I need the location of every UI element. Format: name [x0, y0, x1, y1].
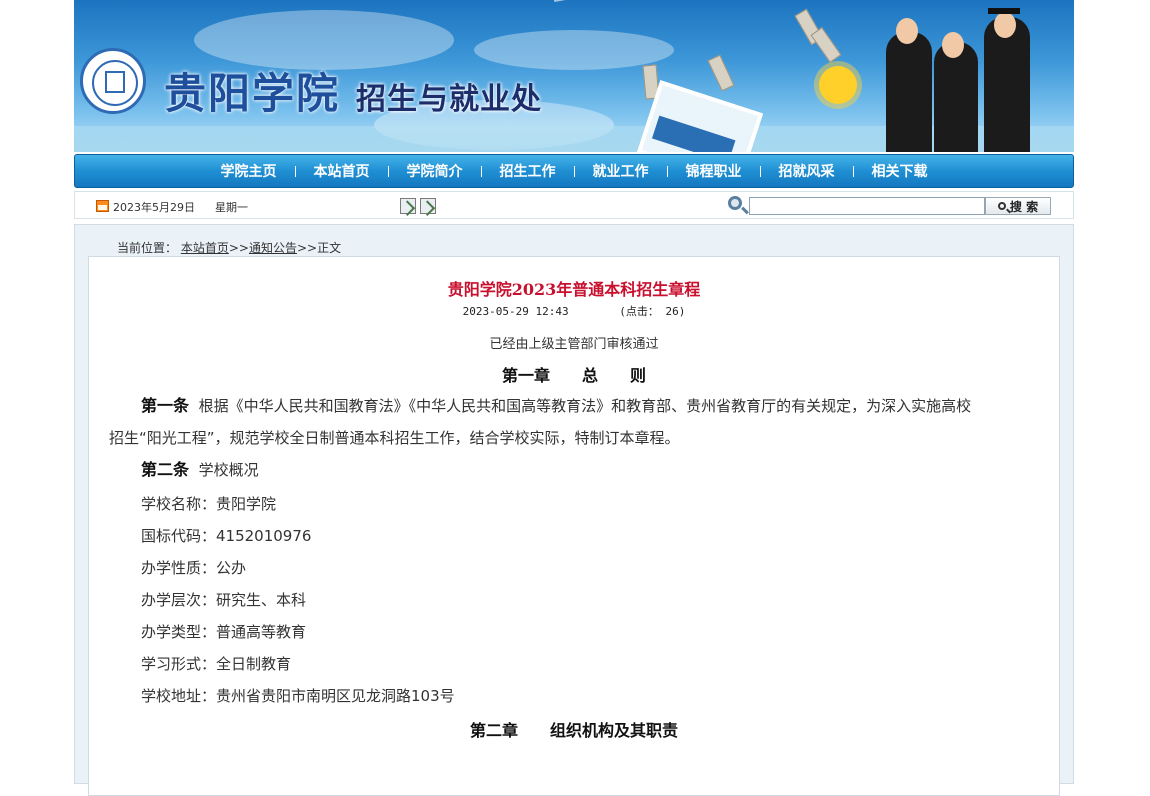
- nav-college-intro[interactable]: 学院简介: [389, 161, 481, 181]
- content-area: 当前位置： 本站首页>>通知公告>>正文 贵阳学院2023年普通本科招生章程 2…: [74, 224, 1074, 796]
- college-seal-logo: [80, 48, 146, 114]
- school-info-line: 办学性质：公办: [141, 559, 247, 577]
- nav-admissions[interactable]: 招生工作: [482, 161, 574, 181]
- breadcrumb-prefix: 当前位置：: [117, 241, 178, 255]
- nav-college-home[interactable]: 学院主页: [203, 161, 295, 181]
- article-clause-text: 学校概况: [198, 461, 259, 479]
- nav-gallery[interactable]: 招就风采: [761, 161, 853, 181]
- chapter-heading: 第二章 组织机构及其职责: [469, 721, 678, 740]
- thumbnail-icon[interactable]: [400, 198, 416, 214]
- nav-site-home[interactable]: 本站首页: [296, 161, 388, 181]
- school-info-line: 学校名称：贵阳学院: [141, 495, 277, 513]
- department-name: 招生与就业处: [356, 82, 542, 117]
- breadcrumb-separator: >>: [296, 241, 318, 255]
- thumbnail-icon[interactable]: [420, 198, 436, 214]
- approval-note: 已经由上级主管部门审核通过: [489, 337, 659, 352]
- breadcrumb-home-link[interactable]: 本站首页: [181, 241, 229, 255]
- article-title: 贵阳学院2023年普通本科招生章程: [447, 280, 701, 299]
- page-wrapper: 贵阳学院 招生与就业处 学院主页 本站首页 学院简介 招生工作 就业工作 锦程职…: [74, 0, 1074, 796]
- article-paragraph: 第一条 根据《中华人民共和国教育法》《中华人民共和国高等教育法》和教育部、贵州省…: [109, 390, 1039, 454]
- main-nav: 学院主页 本站首页 学院简介 招生工作 就业工作 锦程职业 招就风采 相关下载: [74, 154, 1074, 188]
- breadcrumb-separator: >>: [228, 241, 249, 255]
- school-info-line: 办学层次：研究生、本科: [141, 591, 307, 609]
- search-magnifier-icon: [728, 196, 742, 210]
- article-clause-text: 根据《中华人民共和国教育法》《中华人民共和国高等教育法》和教育部、贵州省教育厅的…: [198, 397, 972, 415]
- breadcrumb-current: 正文: [317, 241, 342, 255]
- current-weekday: 星期一: [215, 201, 248, 214]
- school-info-line: 国标代码：4152010976: [141, 527, 312, 545]
- article-datetime: 2023-05-29 12:43: [462, 305, 569, 318]
- article-click-count: (点击： 26): [619, 305, 686, 318]
- current-date: 2023年5月29日: [113, 201, 195, 214]
- site-banner: 贵阳学院 招生与就业处: [74, 0, 1074, 152]
- search-button[interactable]: 搜 索: [985, 197, 1051, 215]
- article-clause-label: 第一条: [141, 396, 190, 415]
- info-bar: 2023年5月29日 星期一 搜 索: [74, 191, 1074, 219]
- school-info-line: 学习形式：全日制教育: [141, 655, 292, 673]
- graduates-image: [876, 0, 1056, 152]
- school-info-line: 学校地址：贵州省贵阳市南明区见龙洞路103号: [141, 687, 455, 705]
- school-info-line: 办学类型：普通高等教育: [141, 623, 307, 641]
- search-input[interactable]: [749, 197, 985, 215]
- chapter-heading: 第一章 总 则: [501, 366, 646, 385]
- search-icon: [997, 202, 1006, 210]
- article-paragraph: 第二条 学校概况: [109, 454, 1039, 486]
- nav-employment[interactable]: 就业工作: [575, 161, 667, 181]
- search-button-label: 搜 索: [1009, 199, 1039, 214]
- breadcrumb-section-link[interactable]: 通知公告: [249, 241, 297, 255]
- college-logo-text: 贵阳学院: [164, 69, 341, 118]
- calendar-icon: [96, 200, 109, 212]
- article-meta: 2023-05-29 12:43 (点击： 26): [89, 303, 1059, 319]
- nav-jincheng-career[interactable]: 锦程职业: [668, 161, 760, 181]
- breadcrumb: 当前位置： 本站首页>>通知公告>>正文: [117, 239, 341, 256]
- article-panel: 贵阳学院2023年普通本科招生章程 2023-05-29 12:43 (点击： …: [88, 256, 1060, 796]
- photo-decoration: [636, 80, 764, 152]
- nav-downloads[interactable]: 相关下载: [854, 161, 946, 181]
- article-clause-label: 第二条: [141, 460, 190, 479]
- article-clause-text: 招生“阳光工程”，规范学校全日制普通本科招生工作，结合学校实际，特制订本章程。: [109, 429, 680, 447]
- sun-icon: [819, 66, 857, 104]
